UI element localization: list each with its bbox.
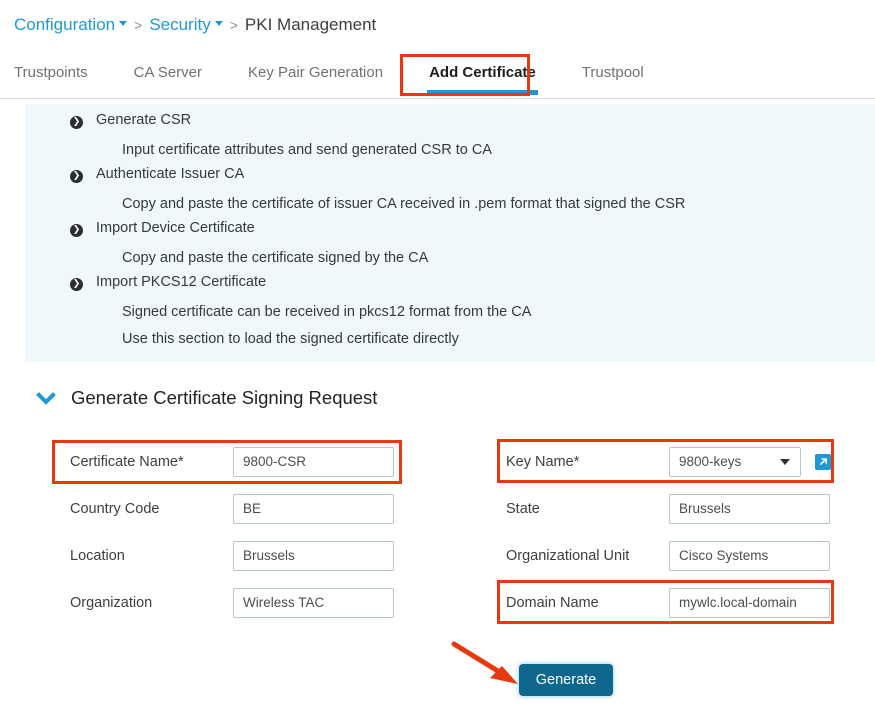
breadcrumb-current-page: PKI Management [244,15,377,34]
info-entry-description: Copy and paste the certificate signed by… [122,250,429,266]
field-location: Location Brussels [70,532,395,579]
certificate-name-input[interactable]: 9800-CSR [233,446,394,477]
domain-name-input[interactable]: mywlc.local-domain [669,587,830,618]
info-entry-generate-csr: ❯ Generate CSR [25,112,875,139]
field-certificate-name: Certificate Name* 9800-CSR [70,438,395,485]
field-key-name: Key Name* 9800-keys [506,438,831,485]
field-country-code: Country Code BE [70,485,395,532]
info-entry-description: Signed certificate can be received in pk… [122,304,532,320]
caret-down-icon [119,20,128,26]
field-label: State [506,500,540,517]
tab-trustpool[interactable]: Trustpool [582,56,644,95]
tab-key-pair-generation[interactable]: Key Pair Generation [248,56,383,95]
field-organization: Organization Wireless TAC [70,579,395,626]
form-column-right: Key Name* 9800-keys State Brussels Organ… [506,438,831,626]
chevron-right-circle-icon: ❯ [70,278,83,291]
tab-trustpoints[interactable]: Trustpoints [14,56,88,95]
form-column-left: Certificate Name* 9800-CSR Country Code … [70,438,395,626]
info-entry-description: Use this section to load the signed cert… [122,331,459,347]
field-label: Country Code [70,500,160,517]
chevron-down-icon [780,458,790,465]
breadcrumb-label-configuration: Configuration [14,15,116,34]
breadcrumb-item-configuration[interactable]: Configuration [14,15,128,35]
tab-bar: Trustpoints CA Server Key Pair Generatio… [0,56,875,99]
breadcrumb: Configuration > Security > PKI Managemen… [0,0,875,38]
chevron-right-circle-icon: ❯ [70,116,83,129]
info-entry-description: Input certificate attributes and send ge… [122,142,492,158]
chevron-right-circle-icon: ❯ [70,224,83,237]
generate-csr-section-header[interactable]: Generate Certificate Signing Request [34,386,377,410]
field-label: Location [70,547,125,564]
info-entry-authenticate-issuer-ca: ❯ Authenticate Issuer CA [25,166,875,193]
breadcrumb-item-security[interactable]: Security [149,15,223,35]
field-organizational-unit: Organizational Unit Cisco Systems [506,532,831,579]
organizational-unit-input[interactable]: Cisco Systems [669,540,830,571]
generate-button[interactable]: Generate [519,664,613,696]
state-input[interactable]: Brussels [669,493,830,524]
info-entry-title: Import PKCS12 Certificate [96,274,267,290]
key-name-selected-value: 9800-keys [679,454,742,469]
annotation-arrow-to-generate-button [451,641,518,684]
field-label: Certificate Name* [70,453,184,470]
location-input[interactable]: Brussels [233,540,394,571]
info-entry-title: Import Device Certificate [96,220,255,236]
breadcrumb-separator: > [229,17,238,33]
certificate-options-info-panel: ❯ Generate CSR Input certificate attribu… [25,104,875,362]
field-label: Organizational Unit [506,547,630,564]
section-title: Generate Certificate Signing Request [71,387,378,408]
field-domain-name: Domain Name mywlc.local-domain [506,579,831,626]
info-entry-title: Generate CSR [96,112,192,128]
organization-input[interactable]: Wireless TAC [233,587,394,618]
info-entry-import-pkcs12-certificate: ❯ Import PKCS12 Certificate [25,274,875,301]
field-label: Key Name* [506,453,580,470]
field-label: Domain Name [506,594,599,611]
field-state: State Brussels [506,485,831,532]
key-name-select[interactable]: 9800-keys [669,446,801,477]
tab-add-certificate[interactable]: Add Certificate [427,56,538,95]
country-code-input[interactable]: BE [233,493,394,524]
chevron-right-circle-icon: ❯ [70,170,83,183]
breadcrumb-separator: > [134,17,143,33]
caret-down-icon [214,20,223,26]
field-label: Organization [70,594,153,611]
tab-ca-server[interactable]: CA Server [134,56,202,95]
info-entry-title: Authenticate Issuer CA [96,166,245,182]
chevron-down-icon[interactable] [34,386,58,410]
external-link-icon[interactable] [815,453,831,470]
info-entry-import-device-certificate: ❯ Import Device Certificate [25,220,875,247]
breadcrumb-label-security: Security [149,15,211,34]
info-entry-description: Copy and paste the certificate of issuer… [122,196,686,212]
